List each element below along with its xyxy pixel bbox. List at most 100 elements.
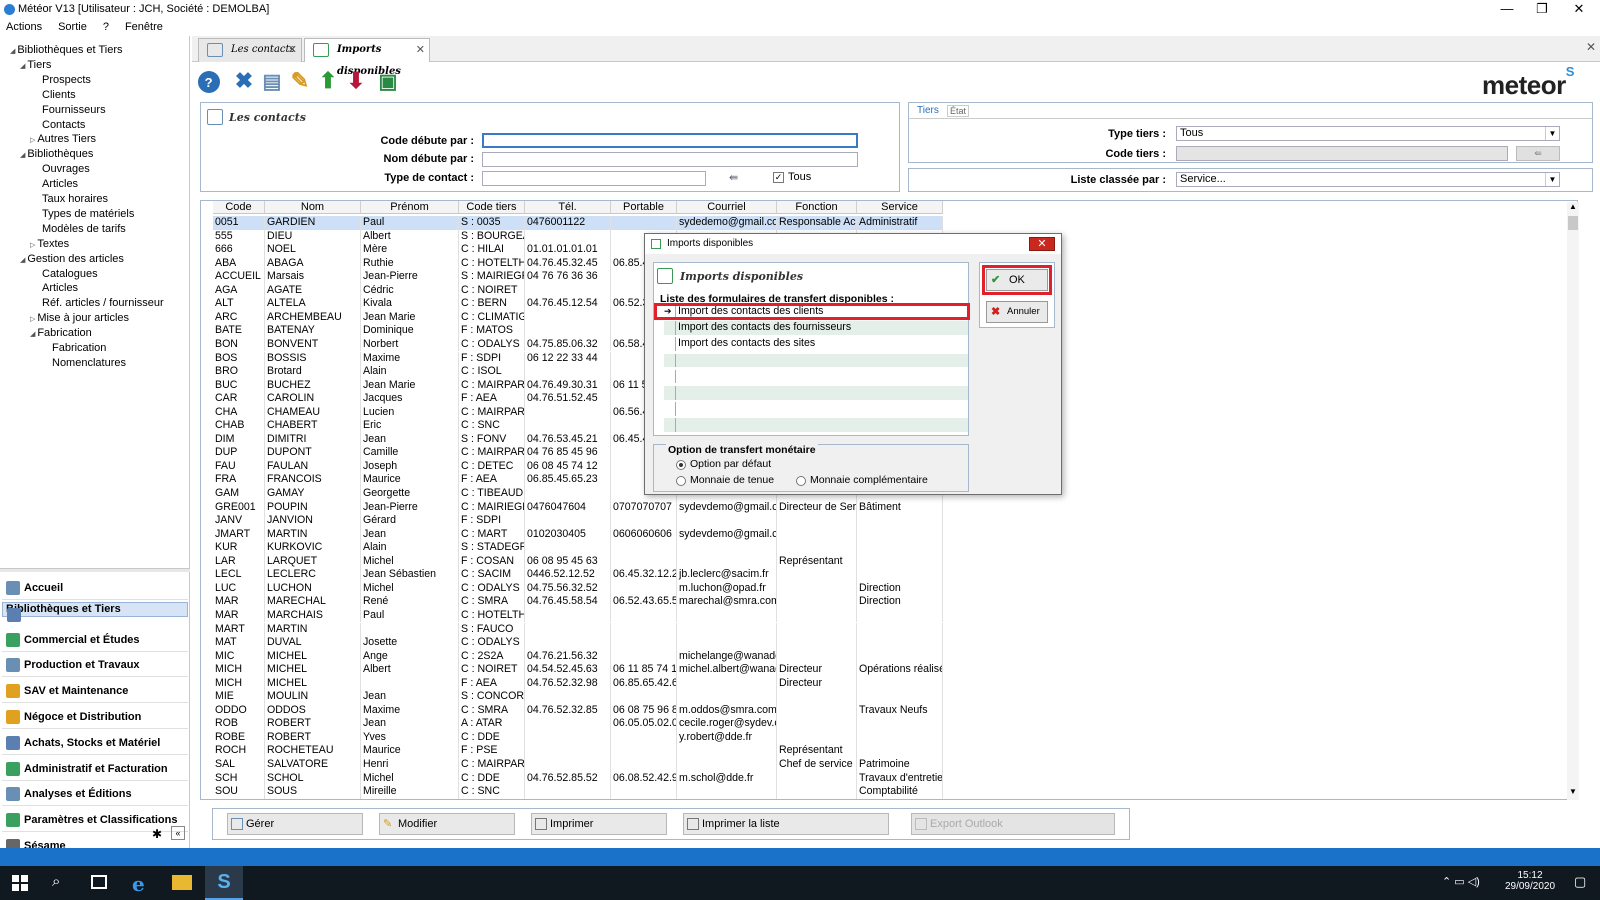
close-window-button[interactable]: ✕ [1562, 0, 1596, 20]
form-list-item[interactable] [664, 369, 968, 384]
tree-item[interactable]: Contacts [42, 119, 85, 132]
nav-module[interactable]: Analyses et Éditions [2, 782, 188, 807]
column-header[interactable]: Code tiers [459, 201, 525, 214]
column-header[interactable]: Fonction [777, 201, 857, 214]
table-row[interactable]: MARMARCHAISPaulC : HOTELTHE [213, 608, 943, 623]
tree-item[interactable]: Catalogues [42, 268, 98, 281]
tab-les-contacts[interactable]: Les contacts ✕ [198, 38, 302, 62]
tree-item[interactable]: Taux horaires [42, 193, 108, 206]
table-row[interactable]: MICH MICHEL F : AEA 04.76.52.32.98 06.85.65.… [213, 676, 943, 691]
scroll-down-icon[interactable]: ▼ [1567, 787, 1579, 799]
tree-item[interactable]: ◢ Bibliothèques [20, 148, 93, 162]
tree-item[interactable]: ◢ Tiers [20, 59, 51, 73]
tray-icons[interactable]: ⌃ ▭ ◁) [1442, 875, 1480, 888]
form-list-item[interactable] [664, 386, 968, 400]
table-row[interactable]: GRE001POUPINJean-PierreC : MAIRIEGRE0476… [213, 500, 943, 515]
close-all-tabs-icon[interactable]: ✕ [1586, 40, 1596, 54]
column-header[interactable]: Service [857, 201, 943, 214]
search-icon[interactable]: ⌕ [52, 873, 60, 890]
tree-item[interactable]: Types de matériels [42, 208, 134, 221]
tree-item[interactable]: Prospects [42, 74, 91, 87]
help-icon[interactable]: ? [193, 66, 225, 98]
tree-item[interactable]: ◢ Bibliothèques et Tiers [10, 44, 123, 58]
tab-etat[interactable]: État [947, 105, 970, 117]
column-header[interactable]: Prénom [361, 201, 459, 214]
arrow-down-icon[interactable]: ⬇ [342, 67, 370, 95]
table-row[interactable]: KURKURKOVICAlainS : STADEGRE [213, 541, 943, 555]
file-explorer-icon[interactable] [172, 875, 192, 890]
start-icon[interactable] [12, 875, 28, 891]
form-list-item[interactable]: Import des contacts des sites [664, 337, 968, 351]
tree-item[interactable]: Fabrication [52, 342, 106, 355]
nav-module[interactable]: Bibliothèques et Tiers [2, 601, 188, 622]
dialog-close-button[interactable]: ✕ [1029, 237, 1055, 251]
form-list-item[interactable]: Import des contacts des fournisseurs [664, 321, 968, 335]
tous-checkbox[interactable]: ✓ [773, 172, 784, 183]
menu-sortie[interactable]: Sortie [58, 20, 87, 35]
menu-fenetre[interactable]: Fenêtre [125, 20, 163, 35]
table-row[interactable]: ROB ROBERT Jean A : ATAR 06.05.05.02.04 cecil… [213, 717, 943, 731]
column-header[interactable]: Code [213, 201, 265, 214]
tree-item[interactable]: Articles [42, 178, 78, 191]
menu-actions[interactable]: Actions [6, 20, 42, 35]
table-row[interactable]: SOU SOUS Mireille C : SNC Comptabilité [213, 785, 943, 799]
imprimer-button[interactable]: Imprimer [531, 813, 667, 835]
task-view-icon[interactable] [91, 875, 107, 889]
tree-item[interactable]: ◢ Gestion des articles [20, 253, 124, 267]
liste-select[interactable]: Service... ▼ [1176, 172, 1560, 187]
maximize-button[interactable]: ❐ [1525, 0, 1559, 20]
scroll-up-icon[interactable]: ▲ [1567, 202, 1579, 214]
ok-button[interactable]: ✔ OK [986, 269, 1048, 291]
nom-input[interactable] [482, 152, 858, 167]
tree-item[interactable]: ▷ Textes [30, 238, 69, 252]
table-row[interactable]: SALSALVATOREHenriC : MAIRPAR06 Chef de se… [213, 758, 943, 772]
table-row[interactable]: JMART MARTIN Jean C : MART 0102030405 0606060… [213, 527, 943, 542]
table-row[interactable]: ROCH ROCHETEAU Maurice F : PSE Représentant [213, 744, 943, 758]
meteor-app-icon[interactable]: S [205, 866, 243, 900]
form-list-item[interactable] [664, 402, 968, 416]
code-input[interactable] [482, 133, 858, 148]
delete-icon[interactable]: ✖ [230, 67, 258, 95]
collapse-sidebar-icon[interactable]: « [171, 826, 185, 840]
clock[interactable]: 15:12 29/09/2020 [1500, 870, 1560, 892]
tree-item[interactable]: ◢ Fabrication [30, 327, 92, 341]
nav-module[interactable]: Accueil [2, 576, 188, 600]
radio-complementaire[interactable] [796, 476, 806, 486]
tree-item[interactable]: Ouvrages [42, 163, 90, 176]
export-outlook-button[interactable]: Export Outlook [911, 813, 1115, 835]
tree-item[interactable]: Réf. articles / fournisseur [42, 297, 164, 310]
table-row[interactable]: ODDO ODDOS Maxime C : SMRA 04.76.52.32.85 06 … [213, 703, 943, 718]
edge-icon[interactable]: e [132, 872, 145, 896]
tab-tiers[interactable]: Tiers [917, 105, 939, 116]
nav-module[interactable]: Administratif et Facturation [2, 757, 188, 781]
nav-module[interactable]: Négoce et Distribution [2, 705, 188, 729]
close-tab-icon[interactable]: ✕ [416, 39, 425, 61]
table-row[interactable]: MIE MOULIN Jean S : CONCORD [213, 690, 943, 704]
type-tiers-select[interactable]: Tous ▼ [1176, 126, 1560, 141]
imprimer-liste-button[interactable]: Imprimer la liste [683, 813, 889, 835]
minimize-button[interactable]: — [1490, 0, 1524, 20]
column-header[interactable]: Portable [611, 201, 677, 214]
excel-export-icon[interactable]: ▣ [374, 67, 402, 95]
list-picker-icon[interactable]: ⇚ [729, 171, 738, 184]
nav-module[interactable]: Production et Travaux [2, 653, 188, 678]
nav-module[interactable]: Achats, Stocks et Matériel [2, 731, 188, 755]
tab-imports-disponibles[interactable]: Imports disponibles ✕ [304, 38, 430, 77]
table-row[interactable]: LECL LECLERC Jean Sébastien C : SACIM 0446.5… [213, 568, 943, 582]
table-row[interactable]: MAT DUVAL Josette C : ODALYS [213, 636, 943, 650]
modifier-button[interactable]: ✎ Modifier [379, 813, 515, 835]
tree-item[interactable]: Fournisseurs [42, 104, 106, 117]
nav-module[interactable]: Commercial et Études [2, 628, 188, 652]
notifications-icon[interactable]: ▢ [1574, 874, 1586, 890]
sidebar-splitter[interactable] [0, 568, 190, 572]
column-header[interactable]: Nom [265, 201, 361, 214]
scroll-thumb[interactable] [1568, 216, 1578, 230]
code-tiers-picker-icon[interactable]: ⇚ [1516, 146, 1560, 161]
code-tiers-input[interactable] [1176, 146, 1508, 161]
table-row[interactable]: LUC LUCHON Michel C : ODALYS 04.75.56.32.52 m… [213, 581, 943, 596]
table-row[interactable]: JANV JANVION Gérard F : SDPI [213, 514, 943, 528]
tree-item[interactable]: ▷ Mise à jour articles [30, 312, 129, 326]
table-row[interactable]: LAR LARQUET Michel F : COSAN 06 08 95 45 63 R… [213, 554, 943, 569]
table-row[interactable]: SCH SCHOL Michel C : DDE 04.76.52.85.52 06.08… [213, 771, 943, 786]
tree-item[interactable]: Nomenclatures [52, 357, 126, 370]
